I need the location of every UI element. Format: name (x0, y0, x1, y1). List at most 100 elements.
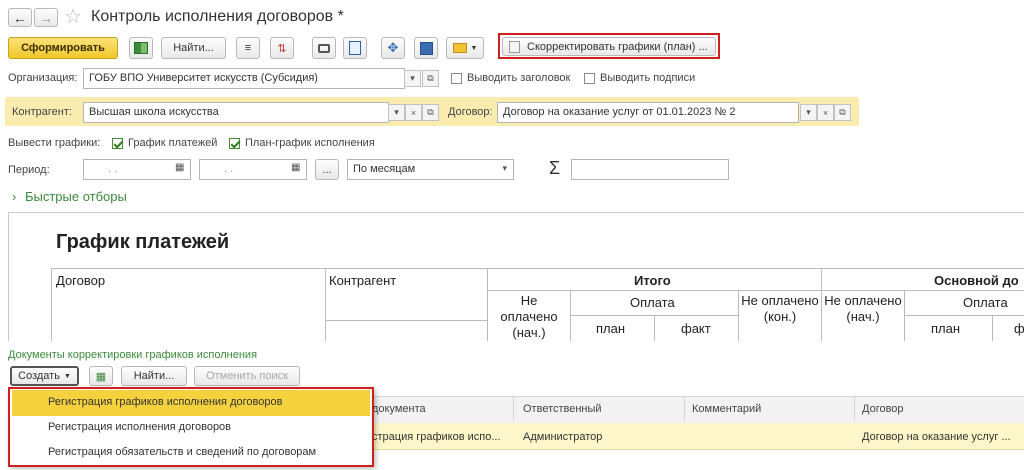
fact-header: факт (681, 321, 711, 336)
grid-header-doc: документа (372, 403, 426, 415)
list-sort-icon: ⇅ (277, 42, 287, 55)
quick-filters-toggle[interactable]: › Быстрые отборы (12, 189, 127, 204)
forward-button[interactable]: → (34, 8, 58, 27)
show-signatures-label: Выводить подписи (600, 72, 696, 84)
report-area: График платежей Договор Контрагент Итого… (8, 212, 1024, 341)
show-header-label: Выводить заголовок (467, 72, 571, 84)
docs-section-title: Документы корректировки графиков исполне… (8, 349, 258, 361)
contractor-clear-button[interactable]: × (405, 104, 422, 121)
sigma-icon: Σ (549, 158, 561, 178)
contractor-field[interactable]: Высшая школа искусства (83, 102, 389, 123)
plan-header: план (596, 321, 626, 336)
collapse-groups-button[interactable]: ⇅ (270, 37, 294, 59)
org-field[interactable]: ГОБУ ВПО Университет искусств (Субсидия) (83, 68, 405, 89)
header-sub-line (325, 320, 487, 321)
send-email-button[interactable]: ▼ (446, 37, 484, 59)
chevron-down-icon: ▾ (502, 163, 507, 173)
contract-value: Договор на оказание услуг от 01.01.2023 … (503, 106, 736, 118)
report-title: График платежей (56, 231, 230, 253)
arrow-left-icon: ← (13, 9, 27, 26)
graphs-label: Вывести графики: (8, 137, 101, 149)
menu-item-register-execution[interactable]: Регистрация исполнения договоров (12, 415, 370, 441)
adjust-schedules-button[interactable]: Скорректировать графики (план) ... (502, 37, 716, 56)
period-to-value: . . (224, 163, 234, 175)
payments-schedule-label: График платежей (128, 137, 218, 149)
chevron-down-icon: ▾ (806, 107, 811, 117)
col-contract: Договор (56, 273, 106, 288)
copy-button[interactable]: ▦ (89, 366, 113, 386)
contractor-open-button[interactable]: ⧉ (422, 104, 439, 121)
open-link-icon: ⧉ (839, 107, 846, 117)
grid-header-responsible: Ответственный (523, 403, 602, 415)
chevron-right-icon: › (12, 189, 17, 204)
show-signatures-checkbox[interactable] (584, 73, 595, 84)
grid-col-divider (513, 397, 514, 421)
list-expand-icon: ≡ (244, 42, 252, 54)
row-contract-cell: Договор на оказание услуг ... (862, 431, 1011, 443)
org-label: Организация: (8, 72, 78, 84)
menu-item-register-schedules[interactable]: Регистрация графиков исполнения договоро… (12, 390, 370, 416)
create-button[interactable]: Создать ▼ (10, 366, 79, 386)
close-icon: × (822, 107, 829, 118)
grid-col-divider (854, 397, 855, 421)
menu-item-register-obligations[interactable]: Регистрация обязательств и сведений по д… (12, 440, 370, 466)
chevron-down-icon: ▾ (394, 107, 399, 117)
period-more-button[interactable]: ... (315, 159, 339, 180)
docs-find-button[interactable]: Найти... (121, 366, 187, 386)
expand-groups-button[interactable]: ≡ (236, 37, 260, 59)
payments-schedule-checkbox[interactable] (112, 138, 123, 149)
plan-header-2: план (931, 321, 961, 336)
row-doc-cell: страция графиков испо... (372, 431, 501, 443)
generate-button[interactable]: Сформировать (8, 37, 118, 59)
unpaid-end-header: Не оплачено (кон.) (741, 293, 819, 324)
period-granularity-select[interactable]: По месяцам ▾ (347, 159, 514, 180)
org-value: ГОБУ ВПО Университет искусств (Субсидия) (89, 72, 318, 84)
back-button[interactable]: ← (8, 8, 32, 27)
arrow-right-icon: → (39, 9, 53, 26)
show-header-checkbox[interactable] (451, 73, 462, 84)
calendar-icon[interactable]: ▦ (291, 162, 300, 173)
contractor-value: Высшая школа искусства (89, 106, 219, 118)
grid-col-divider (684, 397, 685, 421)
header-vline (821, 268, 822, 341)
contractor-label: Контрагент: (12, 106, 72, 118)
period-granularity-value: По месяцам (353, 163, 416, 175)
chevron-down-icon: ▾ (410, 73, 415, 83)
window-title: Контроль исполнения договоров * (91, 8, 344, 25)
period-from-value: . . (108, 163, 118, 175)
contractor-dropdown-button[interactable]: ▾ (388, 104, 405, 121)
find-button[interactable]: Найти... (161, 37, 226, 59)
table-green-icon (134, 42, 148, 54)
grid-header-comment: Комментарий (692, 403, 762, 415)
star-icon[interactable]: ☆ (64, 4, 82, 29)
save-button[interactable] (414, 37, 438, 59)
calendar-icon[interactable]: ▦ (175, 162, 184, 173)
adjust-schedules-label: Скорректировать графики (план) ... (527, 40, 708, 53)
group-main: Основной до (934, 273, 1019, 288)
header-vline (51, 268, 52, 341)
header-vline (654, 315, 655, 341)
cancel-search-button[interactable]: Отменить поиск (194, 366, 300, 386)
preview-button[interactable] (343, 37, 367, 59)
plan-schedule-checkbox[interactable] (229, 138, 240, 149)
quick-filters-label: Быстрые отборы (24, 189, 127, 204)
create-label: Создать (18, 370, 60, 382)
move-button[interactable]: ✥ (381, 37, 405, 59)
row-responsible-cell: Администратор (523, 431, 603, 443)
org-dropdown-button[interactable]: ▾ (404, 70, 421, 87)
period-label: Период: (8, 164, 50, 176)
contract-dropdown-button[interactable]: ▾ (800, 104, 817, 121)
org-open-button[interactable]: ⧉ (422, 70, 439, 87)
unpaid-start-header-2: Не оплачено (нач.) (824, 293, 902, 324)
header-top-line (51, 268, 1024, 269)
contract-clear-button[interactable]: × (817, 104, 834, 121)
contract-field[interactable]: Договор на оказание услуг от 01.01.2023 … (497, 102, 799, 123)
table-settings-button[interactable] (129, 37, 153, 59)
payment-header-2: Оплата (963, 295, 1008, 310)
contract-open-button[interactable]: ⧉ (834, 104, 851, 121)
sum-field[interactable] (571, 159, 729, 180)
print-button[interactable] (312, 37, 336, 59)
envelope-icon (452, 43, 467, 53)
floppy-disk-icon (419, 41, 433, 55)
open-link-icon: ⧉ (427, 73, 434, 83)
